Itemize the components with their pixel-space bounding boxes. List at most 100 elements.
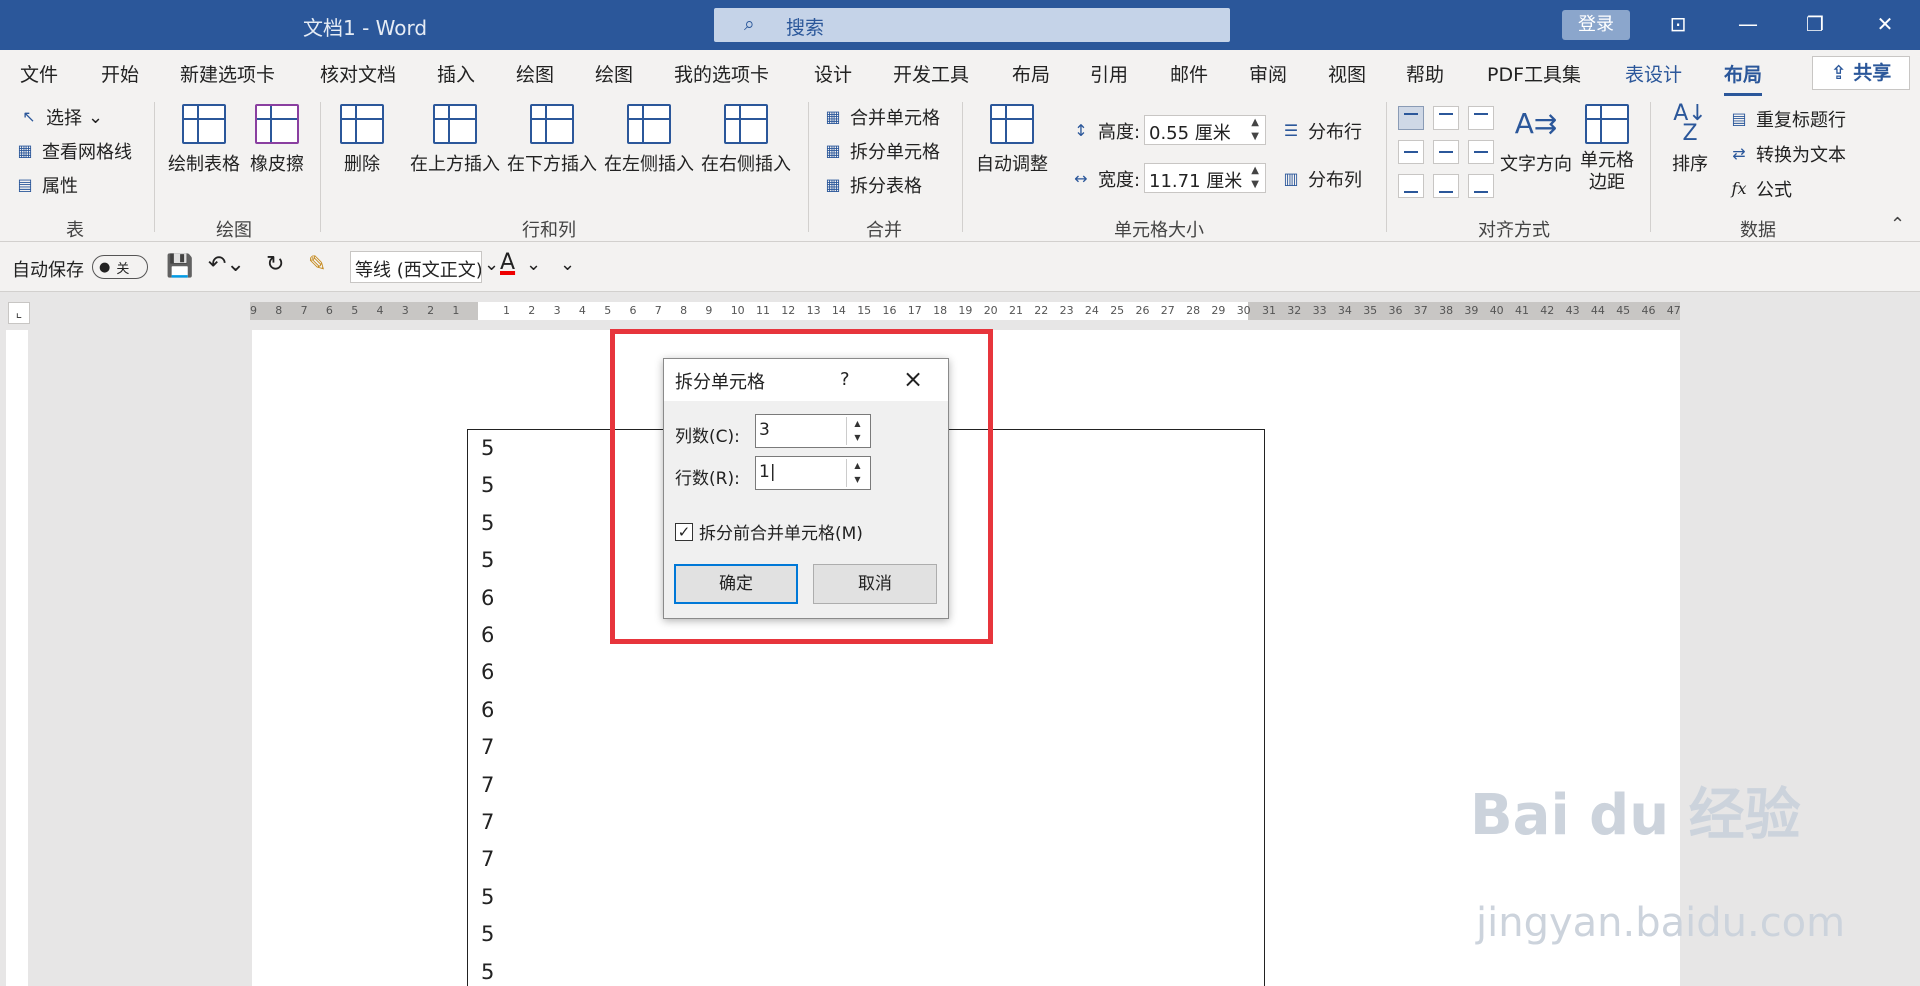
tab-draw-1[interactable]: 绘图 <box>516 60 554 87</box>
tab-insert[interactable]: 插入 <box>437 60 475 87</box>
ok-button[interactable]: 确定 <box>674 564 798 604</box>
align-middle-right[interactable] <box>1468 140 1494 164</box>
table-cell-value[interactable]: 7 <box>481 810 494 834</box>
tab-mailings[interactable]: 邮件 <box>1170 60 1208 87</box>
tab-references[interactable]: 引用 <box>1090 60 1128 87</box>
align-middle-center[interactable] <box>1433 140 1459 164</box>
tab-design[interactable]: 设计 <box>814 60 852 87</box>
table-cell-value[interactable]: 7 <box>481 847 494 871</box>
sort-button[interactable]: A↓ Z 排序 <box>1668 103 1712 176</box>
delete-button[interactable]: 删除 <box>340 104 384 176</box>
split-table-button[interactable]: ▦ 拆分表格 <box>822 172 922 198</box>
align-middle-left[interactable] <box>1398 140 1424 164</box>
width-spinner[interactable]: ▲ ▼ <box>1251 164 1259 192</box>
cancel-button[interactable]: 取消 <box>813 564 937 604</box>
select-button[interactable]: ↖ 选择 ⌄ <box>18 104 103 130</box>
undo-icon[interactable]: ↶⌄ <box>208 252 245 277</box>
autofit-button[interactable]: 自动调整 <box>976 104 1048 176</box>
table-cell-value[interactable]: 5 <box>481 436 494 460</box>
collapse-ribbon-icon[interactable]: ⌃ <box>1890 214 1905 235</box>
tab-help[interactable]: 帮助 <box>1406 60 1444 87</box>
tab-view[interactable]: 视图 <box>1328 60 1366 87</box>
tab-table-layout[interactable]: 布局 <box>1724 60 1763 97</box>
table-cell-value[interactable]: 7 <box>481 735 494 759</box>
restore-icon[interactable]: ❐ <box>1800 12 1830 36</box>
rows-input[interactable]: 1| ▲ ▼ <box>755 456 871 490</box>
height-input[interactable]: 0.55 厘米 ▲ ▼ <box>1144 115 1266 145</box>
distribute-rows-button[interactable]: ☰ 分布行 <box>1280 118 1362 144</box>
columns-input[interactable]: 3 ▲ ▼ <box>755 414 871 448</box>
ribbon-display-icon[interactable]: ⊡ <box>1663 12 1693 36</box>
eraser-button[interactable]: 橡皮擦 <box>250 104 304 176</box>
repeat-header-button[interactable]: ▤ 重复标题行 <box>1728 106 1846 132</box>
table-cell-value[interactable]: 6 <box>481 660 494 684</box>
minimize-icon[interactable]: — <box>1733 12 1763 36</box>
align-bottom-left[interactable] <box>1398 174 1424 198</box>
formula-label: 公式 <box>1756 180 1792 201</box>
table-cell-value[interactable]: 5 <box>481 548 494 572</box>
quick-access-toolbar: 自动保存 ● 关 💾 ↶⌄ ↻ ✎ 等线 (西文正文) ⌄ A ⌄ ⌄ <box>0 242 1920 292</box>
tab-review[interactable]: 审阅 <box>1249 60 1287 87</box>
redo-icon[interactable]: ↻ <box>266 252 284 277</box>
insert-below-button[interactable]: 在下方插入 <box>507 104 597 176</box>
table-cell-value[interactable]: 5 <box>481 511 494 535</box>
search-box[interactable]: ⌕ 搜索 <box>714 8 1230 42</box>
vertical-ruler <box>6 330 28 986</box>
font-color-dropdown-icon[interactable]: ⌄ <box>526 254 541 275</box>
height-spinner[interactable]: ▲ ▼ <box>1251 116 1259 144</box>
view-gridlines-button[interactable]: ▦ 查看网格线 <box>14 138 132 164</box>
tab-pdf[interactable]: PDF工具集 <box>1487 60 1581 87</box>
share-button[interactable]: ⇪ 共享 <box>1812 56 1910 90</box>
properties-button[interactable]: ▤ 属性 <box>14 172 78 198</box>
tab-file[interactable]: 文件 <box>20 60 58 87</box>
close-window-icon[interactable]: ✕ <box>1870 12 1900 36</box>
tab-layout[interactable]: 布局 <box>1012 60 1050 87</box>
tab-table-design[interactable]: 表设计 <box>1625 60 1682 87</box>
draw-table-button[interactable]: 绘制表格 <box>168 104 240 176</box>
font-color-icon[interactable]: A <box>500 250 515 275</box>
customize-qat-icon[interactable]: ⌄ <box>560 254 575 275</box>
text-direction-button[interactable]: A⇉ 文字方向 <box>1500 104 1572 176</box>
table-cell-value[interactable]: 7 <box>481 773 494 797</box>
insert-above-button[interactable]: 在上方插入 <box>410 104 500 176</box>
autosave-toggle[interactable]: ● 关 <box>92 255 148 279</box>
tab-developer[interactable]: 开发工具 <box>893 60 969 87</box>
formula-button[interactable]: fx 公式 <box>1728 176 1792 202</box>
table-cell-value[interactable]: 5 <box>481 473 494 497</box>
font-select[interactable]: 等线 (西文正文) <box>350 251 482 283</box>
close-icon[interactable]: × <box>903 365 923 393</box>
tab-review-doc[interactable]: 核对文档 <box>320 60 396 87</box>
font-dropdown-icon[interactable]: ⌄ <box>484 254 499 275</box>
table-cell-value[interactable]: 6 <box>481 698 494 722</box>
insert-left-button[interactable]: 在左侧插入 <box>604 104 694 176</box>
split-cells-button[interactable]: ▦ 拆分单元格 <box>822 138 940 164</box>
tab-new[interactable]: 新建选项卡 <box>180 60 275 87</box>
tab-stop-icon[interactable]: ⌞ <box>8 302 30 324</box>
align-top-left[interactable] <box>1398 106 1424 130</box>
table-cell-value[interactable]: 5 <box>481 922 494 946</box>
save-icon[interactable]: 💾 <box>166 254 193 279</box>
table-cell-value[interactable]: 5 <box>481 960 494 984</box>
table-cell-value[interactable]: 6 <box>481 623 494 647</box>
tab-my[interactable]: 我的选项卡 <box>674 60 769 87</box>
align-bottom-right[interactable] <box>1468 174 1494 198</box>
cell-margins-button[interactable]: 单元格 边距 <box>1580 104 1634 194</box>
width-input[interactable]: 11.71 厘米 ▲ ▼ <box>1144 163 1266 193</box>
columns-spinner[interactable]: ▲ ▼ <box>846 417 868 445</box>
align-top-right[interactable] <box>1468 106 1494 130</box>
tab-home[interactable]: 开始 <box>101 60 139 87</box>
insert-right-button[interactable]: 在右侧插入 <box>701 104 791 176</box>
help-icon[interactable]: ? <box>840 369 850 390</box>
tab-draw-2[interactable]: 绘图 <box>595 60 633 87</box>
align-bottom-center[interactable] <box>1433 174 1459 198</box>
format-painter-icon[interactable]: ✎ <box>308 252 326 277</box>
align-top-center[interactable] <box>1433 106 1459 130</box>
table-cell-value[interactable]: 5 <box>481 885 494 909</box>
distribute-cols-button[interactable]: ▥ 分布列 <box>1280 166 1362 192</box>
table-cell-value[interactable]: 6 <box>481 586 494 610</box>
convert-text-button[interactable]: ⇄ 转换为文本 <box>1728 141 1846 167</box>
merge-before-split-checkbox[interactable]: ✓ 拆分前合并单元格(M) <box>675 519 863 544</box>
login-button[interactable]: 登录 <box>1562 10 1630 40</box>
rows-spinner[interactable]: ▲ ▼ <box>846 459 868 487</box>
merge-cells-button[interactable]: ▦ 合并单元格 <box>822 104 940 130</box>
